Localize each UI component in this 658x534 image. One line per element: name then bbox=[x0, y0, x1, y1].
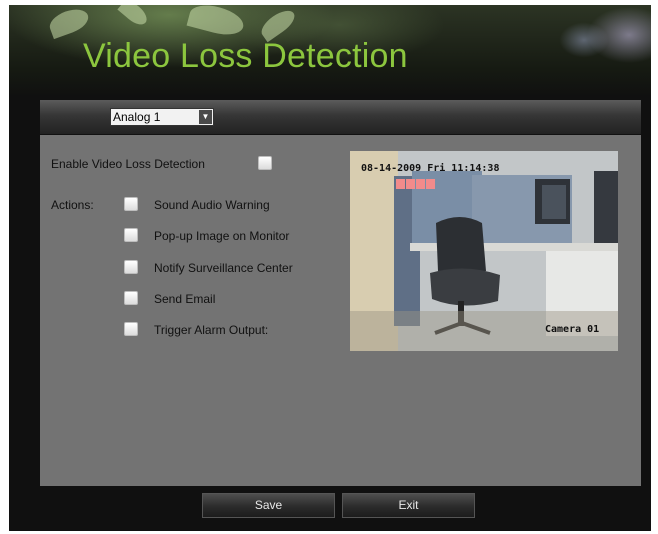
popup-image-label: Pop-up Image on Monitor bbox=[154, 229, 290, 243]
chevron-down-icon[interactable]: ▼ bbox=[199, 110, 212, 124]
send-email-checkbox[interactable] bbox=[124, 291, 138, 305]
trigger-alarm-label: Trigger Alarm Output: bbox=[154, 323, 269, 337]
notify-center-checkbox[interactable] bbox=[124, 260, 138, 274]
settings-panel: Analog 1 ▼ Enable Video Loss Detection A… bbox=[40, 100, 641, 486]
notify-center-label: Notify Surveillance Center bbox=[154, 261, 293, 275]
popup-image-checkbox[interactable] bbox=[124, 228, 138, 242]
foliage-decoration bbox=[46, 5, 92, 40]
sound-audio-warning-checkbox[interactable] bbox=[124, 197, 138, 211]
camera-name-overlay: Camera 01 bbox=[545, 324, 600, 335]
sound-audio-warning-label: Sound Audio Warning bbox=[154, 198, 270, 212]
camera-preview: 08-14-2009 Fri 11:14:38 Camera 01 bbox=[350, 151, 618, 351]
channel-select-value: Analog 1 bbox=[113, 110, 161, 124]
send-email-label: Send Email bbox=[154, 292, 216, 306]
exit-button[interactable]: Exit bbox=[342, 493, 475, 518]
camera-scene bbox=[350, 151, 618, 351]
channel-toolbar: Analog 1 ▼ bbox=[40, 100, 641, 135]
actions-label: Actions: bbox=[51, 198, 94, 212]
dialog-window: Video Loss Detection Analog 1 ▼ Enable V… bbox=[9, 5, 651, 531]
foliage-decoration bbox=[186, 5, 247, 40]
enable-checkbox[interactable] bbox=[258, 156, 272, 170]
trigger-alarm-checkbox[interactable] bbox=[124, 322, 138, 336]
timestamp-overlay: 08-14-2009 Fri 11:14:38 bbox=[361, 163, 500, 174]
save-button[interactable]: Save bbox=[202, 493, 335, 518]
channel-select[interactable]: Analog 1 ▼ bbox=[110, 108, 214, 126]
foliage-decoration bbox=[117, 5, 151, 29]
page-title: Video Loss Detection bbox=[83, 37, 408, 75]
enable-label: Enable Video Loss Detection bbox=[51, 157, 205, 171]
